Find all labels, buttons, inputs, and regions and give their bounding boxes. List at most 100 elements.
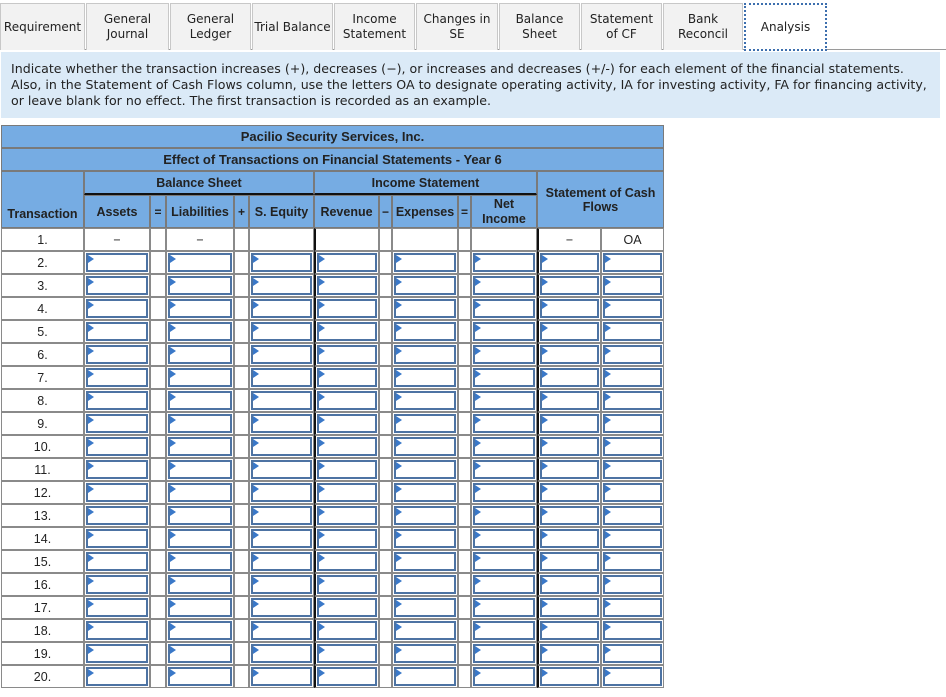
liabilities-input[interactable] [168,253,232,272]
assets-input[interactable] [86,299,148,318]
liabilities-input[interactable] [168,552,232,571]
cf-effect-input[interactable] [540,437,599,456]
revenue-input[interactable] [317,460,377,479]
equity-input[interactable] [251,299,312,318]
equity-input[interactable] [251,552,312,571]
cf-effect-input[interactable] [540,460,599,479]
net-income-input[interactable] [473,598,535,617]
net-income-input[interactable] [473,253,535,272]
cf-activity-input[interactable] [603,621,662,640]
liabilities-input[interactable] [168,483,232,502]
assets-input[interactable] [86,598,148,617]
cf-effect-input[interactable] [540,483,599,502]
revenue-input[interactable] [317,575,377,594]
revenue-input[interactable] [317,437,377,456]
assets-input[interactable] [86,667,148,686]
expenses-input[interactable] [394,644,456,663]
liabilities-input[interactable] [168,529,232,548]
net-income-input[interactable] [473,621,535,640]
assets-input[interactable] [86,391,148,410]
tab-balance-sheet[interactable]: Balance Sheet [499,3,580,50]
revenue-input[interactable] [317,368,377,387]
equity-input[interactable] [251,667,312,686]
liabilities-input[interactable] [168,460,232,479]
cf-effect-input[interactable] [540,414,599,433]
assets-input[interactable] [86,644,148,663]
cf-activity-input[interactable] [603,460,662,479]
revenue-input[interactable] [317,552,377,571]
revenue-input[interactable] [317,299,377,318]
equity-input[interactable] [251,506,312,525]
expenses-input[interactable] [394,552,456,571]
expenses-input[interactable] [394,460,456,479]
expenses-input[interactable] [394,345,456,364]
tab-general-ledger[interactable]: General Ledger [170,3,251,50]
equity-input[interactable] [251,437,312,456]
equity-input[interactable] [251,621,312,640]
cf-effect-input[interactable] [540,368,599,387]
revenue-input[interactable] [317,667,377,686]
revenue-input[interactable] [317,322,377,341]
cf-activity-input[interactable] [603,345,662,364]
assets-input[interactable] [86,552,148,571]
equity-input[interactable] [251,575,312,594]
cf-effect-input[interactable] [540,391,599,410]
cf-activity-input[interactable] [603,368,662,387]
cf-activity-input[interactable] [603,299,662,318]
assets-input[interactable] [86,276,148,295]
tab-bank-reconcil[interactable]: Bank Reconcil [663,3,743,50]
assets-input[interactable] [86,575,148,594]
cf-effect-input[interactable] [540,598,599,617]
cf-activity-input[interactable] [603,552,662,571]
cf-effect-input[interactable] [540,575,599,594]
assets-input[interactable] [86,483,148,502]
net-income-input[interactable] [473,667,535,686]
cf-activity-input[interactable] [603,483,662,502]
cf-effect-input[interactable] [540,644,599,663]
revenue-input[interactable] [317,391,377,410]
expenses-input[interactable] [394,368,456,387]
expenses-input[interactable] [394,322,456,341]
cf-activity-input[interactable] [603,575,662,594]
net-income-input[interactable] [473,506,535,525]
net-income-input[interactable] [473,322,535,341]
cf-effect-input[interactable] [540,276,599,295]
revenue-input[interactable] [317,598,377,617]
expenses-input[interactable] [394,483,456,502]
net-income-input[interactable] [473,414,535,433]
assets-input[interactable] [86,345,148,364]
equity-input[interactable] [251,391,312,410]
revenue-input[interactable] [317,621,377,640]
cf-effect-input[interactable] [540,299,599,318]
assets-input[interactable] [86,621,148,640]
revenue-input[interactable] [317,414,377,433]
expenses-input[interactable] [394,299,456,318]
cf-activity-input[interactable] [603,529,662,548]
net-income-input[interactable] [473,529,535,548]
equity-input[interactable] [251,598,312,617]
cf-activity-input[interactable] [603,276,662,295]
tab-statement-of-cf[interactable]: Statement of CF [581,3,662,50]
expenses-input[interactable] [394,621,456,640]
net-income-input[interactable] [473,299,535,318]
cf-activity-input[interactable] [603,598,662,617]
cf-activity-input[interactable] [603,391,662,410]
liabilities-input[interactable] [168,414,232,433]
expenses-input[interactable] [394,253,456,272]
liabilities-input[interactable] [168,345,232,364]
net-income-input[interactable] [473,552,535,571]
expenses-input[interactable] [394,506,456,525]
revenue-input[interactable] [317,483,377,502]
net-income-input[interactable] [473,437,535,456]
assets-input[interactable] [86,529,148,548]
assets-input[interactable] [86,506,148,525]
expenses-input[interactable] [394,414,456,433]
liabilities-input[interactable] [168,506,232,525]
cf-activity-input[interactable] [603,506,662,525]
expenses-input[interactable] [394,529,456,548]
liabilities-input[interactable] [168,299,232,318]
cf-effect-input[interactable] [540,322,599,341]
revenue-input[interactable] [317,276,377,295]
cf-effect-input[interactable] [540,506,599,525]
assets-input[interactable] [86,437,148,456]
